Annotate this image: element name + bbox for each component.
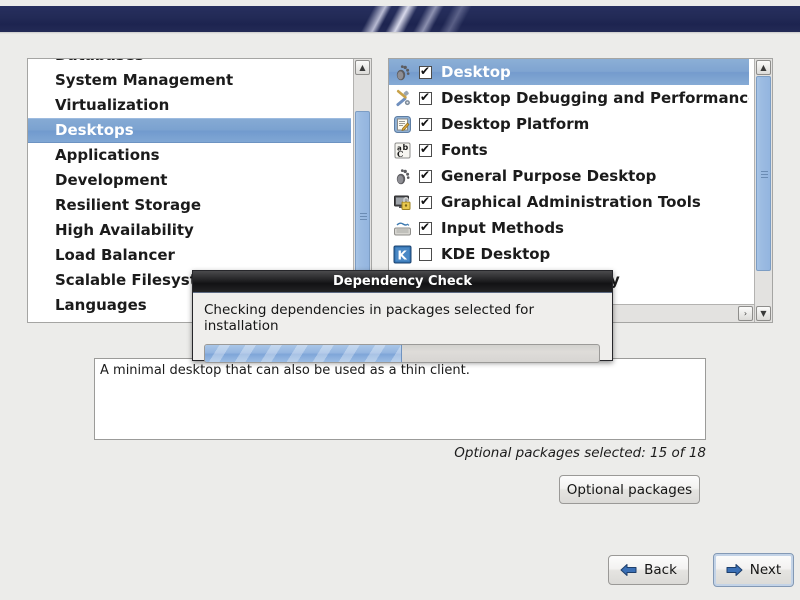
group-list-item[interactable]: High Availability (28, 218, 351, 243)
installer-banner (0, 6, 800, 32)
back-label: Back (644, 562, 677, 578)
scrollbar-thumb[interactable] (756, 76, 771, 271)
back-button[interactable]: Back (608, 555, 689, 585)
subgroup-checkbox[interactable] (419, 220, 432, 235)
subgroup-checkbox[interactable] (419, 90, 432, 105)
subgroup-label: Desktop (441, 63, 511, 81)
subgroup-label: Input Methods (441, 219, 564, 237)
subgroup-list-item[interactable]: General Purpose Desktop (389, 163, 749, 189)
scroll-down-icon[interactable]: ▼ (756, 306, 771, 321)
platform-icon (392, 114, 414, 134)
dialog-title: Dependency Check (193, 271, 612, 293)
svg-text:K: K (398, 249, 408, 263)
subgroup-checkbox[interactable] (419, 64, 432, 79)
subgroup-list-item[interactable]: Desktop Platform (389, 111, 749, 137)
group-list-item[interactable]: Databases (28, 59, 351, 68)
group-list-item[interactable]: Desktops (28, 118, 351, 143)
dialog-body: Checking dependencies in packages select… (193, 293, 612, 363)
installer-window: DatabasesSystem ManagementVirtualization… (0, 0, 800, 600)
optional-packages-button[interactable]: Optional packages (559, 475, 700, 504)
scroll-up-icon[interactable]: ▲ (355, 60, 370, 75)
subgroup-checkbox[interactable] (419, 194, 432, 209)
tools-icon (392, 88, 414, 108)
subgroup-label: Fonts (441, 141, 488, 159)
gnome-footprint-icon (392, 166, 414, 186)
arrow-left-icon (620, 563, 637, 577)
subgroup-label: Desktop Platform (441, 115, 590, 133)
subgroup-label: Graphical Administration Tools (441, 193, 701, 211)
group-list-item[interactable]: Load Balancer (28, 243, 351, 268)
scroll-right-icon[interactable]: › (738, 306, 753, 321)
subgroup-label: Desktop Debugging and Performance Tools (441, 89, 749, 107)
group-list-item[interactable]: Virtualization (28, 93, 351, 118)
subgroup-list-item[interactable]: K KDE Desktop (389, 241, 749, 267)
gnome-footprint-icon (392, 62, 414, 82)
subgroup-checkbox[interactable] (419, 116, 432, 131)
next-button[interactable]: Next (713, 553, 794, 587)
grip-icon (761, 170, 768, 178)
svg-text:b: b (403, 143, 409, 152)
subgroup-label: General Purpose Desktop (441, 167, 657, 185)
subgroup-list-item[interactable]: abC Fonts (389, 137, 749, 163)
subgroup-checkbox[interactable] (419, 247, 432, 261)
monitor-lock-icon (392, 192, 414, 212)
dialog-message: Checking dependencies in packages select… (204, 302, 534, 334)
group-list-item[interactable]: Development (28, 168, 351, 193)
fonts-icon: abC (392, 140, 414, 160)
subgroup-list-item[interactable]: Input Methods (389, 215, 749, 241)
right-vertical-scrollbar[interactable]: ▲ ▼ (754, 59, 772, 322)
next-label: Next (749, 562, 782, 578)
optional-packages-count: Optional packages selected: 15 of 18 (454, 445, 706, 461)
subgroup-checkbox[interactable] (419, 142, 432, 157)
subgroup-list-item[interactable]: Desktop Debugging and Performance Tools (389, 85, 749, 111)
banner-shadow (0, 32, 800, 34)
group-list-item[interactable]: System Management (28, 68, 351, 93)
subgroup-list-item[interactable]: Graphical Administration Tools (389, 189, 749, 215)
kde-icon: K (392, 244, 414, 264)
group-list-item[interactable]: Resilient Storage (28, 193, 351, 218)
arrow-right-icon (726, 563, 743, 577)
group-description: A minimal desktop that can also be used … (94, 358, 706, 440)
scroll-up-icon[interactable]: ▲ (756, 60, 771, 75)
progress-bar (204, 344, 600, 363)
subgroup-list-item[interactable]: Desktop (389, 59, 749, 85)
package-subgroup-list[interactable]: Desktop Desktop Debugging and Performance… (389, 59, 749, 304)
dependency-check-dialog: Dependency Check Checking dependencies i… (192, 270, 613, 363)
subgroup-label: KDE Desktop (441, 245, 551, 263)
progress-bar-fill (205, 345, 402, 362)
grip-icon (360, 213, 367, 220)
group-list-item[interactable]: Applications (28, 143, 351, 168)
svg-text:C: C (397, 149, 403, 159)
keyboard-icon (392, 218, 414, 238)
subgroup-checkbox[interactable] (419, 168, 432, 183)
